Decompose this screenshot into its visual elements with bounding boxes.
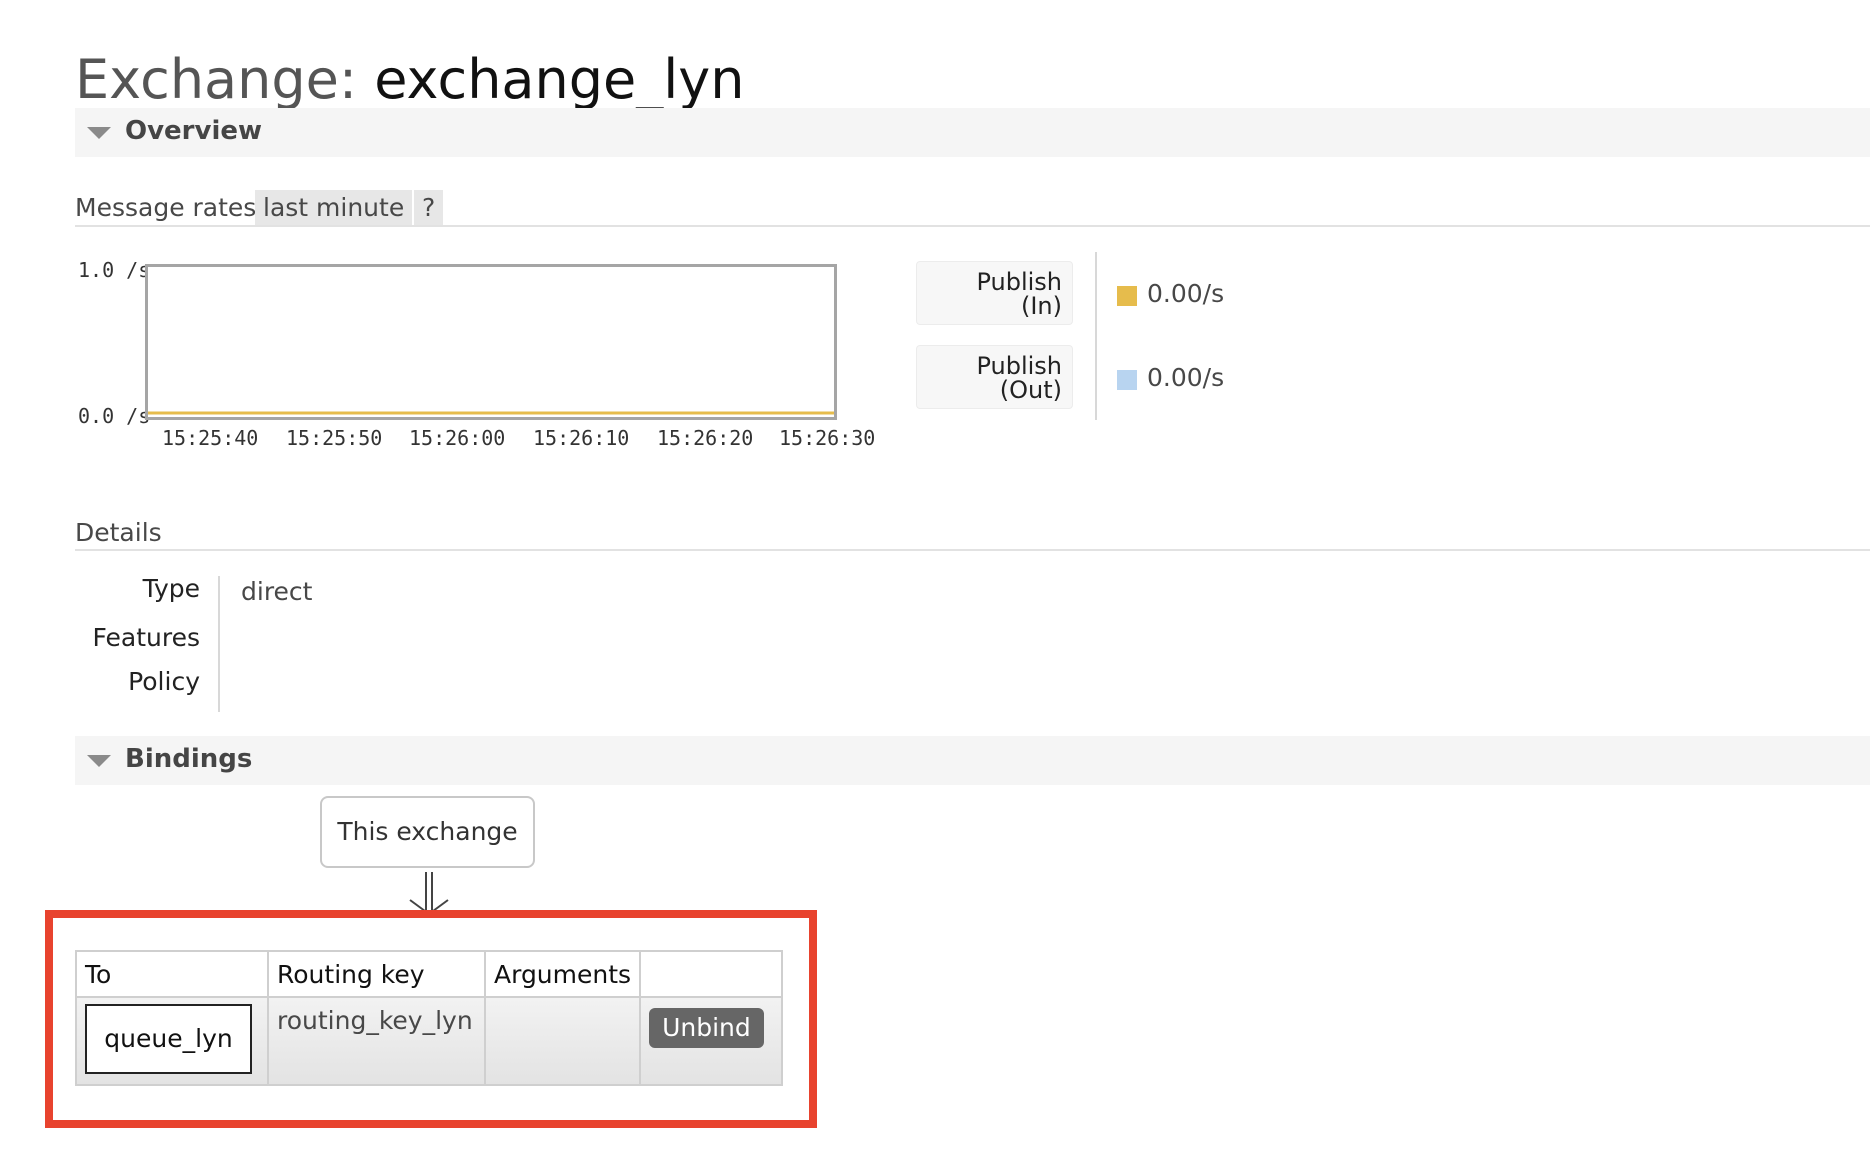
- publish-out-rate: 0.00/s: [1147, 363, 1225, 392]
- legend-label-line1: Publish: [976, 268, 1062, 296]
- y-tick-label-top: 1.0 /s: [78, 258, 151, 282]
- cell-to: queue_lyn: [75, 996, 269, 1086]
- page-title-prefix: Exchange:: [75, 48, 358, 111]
- legend-label-line2: (In): [1020, 292, 1062, 320]
- this-exchange-box: This exchange: [320, 796, 535, 868]
- column-header-actions: [639, 950, 784, 998]
- overview-section-label: Overview: [125, 116, 263, 146]
- chart-plot-area: [148, 411, 834, 415]
- x-tick-label: 15:26:20: [657, 426, 754, 450]
- legend-item-publish-out: Publish (Out): [916, 345, 1073, 409]
- collapse-triangle-icon: [87, 755, 111, 767]
- legend-divider: [1095, 252, 1097, 420]
- x-tick-label: 15:26:00: [409, 426, 506, 450]
- legend-label-line1: Publish: [976, 352, 1062, 380]
- y-tick-label-bottom: 0.0 /s: [78, 404, 151, 428]
- down-arrow-icon: [409, 872, 449, 915]
- collapse-triangle-icon: [87, 127, 111, 139]
- overview-section-header[interactable]: Overview: [75, 108, 1870, 157]
- exchange-name: exchange_lyn: [374, 48, 745, 111]
- x-tick-label: 15:25:40: [162, 426, 259, 450]
- unbind-button[interactable]: Unbind: [649, 1008, 764, 1048]
- details-label: Details: [75, 518, 162, 547]
- queue-link[interactable]: queue_lyn: [85, 1004, 252, 1074]
- detail-key-features: Features: [92, 623, 201, 652]
- detail-key-type: Type: [142, 574, 200, 603]
- publish-out-color-swatch: [1117, 370, 1137, 390]
- column-header-to: To: [75, 950, 269, 998]
- details-divider: [218, 576, 220, 712]
- cell-routing-key: routing_key_lyn: [267, 996, 486, 1086]
- message-rates-label: Message rates: [75, 193, 257, 222]
- publish-in-color-swatch: [1117, 286, 1137, 306]
- column-header-arguments: Arguments: [483, 950, 642, 998]
- table-row: queue_lyn routing_key_lyn Unbind: [75, 996, 784, 1086]
- publish-in-rate: 0.00/s: [1147, 279, 1225, 308]
- x-tick-label: 15:25:50: [286, 426, 383, 450]
- help-button[interactable]: ?: [414, 190, 444, 226]
- bindings-table: To Routing key Arguments queue_lyn routi…: [75, 950, 784, 1086]
- column-header-routing-key: Routing key: [267, 950, 486, 998]
- page-title: Exchange: exchange_lyn: [75, 48, 744, 112]
- rate-range-selector[interactable]: last minute: [255, 190, 413, 226]
- x-tick-label: 15:26:10: [533, 426, 630, 450]
- bindings-section-header[interactable]: Bindings: [75, 736, 1870, 785]
- detail-value-type: direct: [241, 577, 313, 606]
- legend-label-line2: (Out): [999, 376, 1062, 404]
- divider: [75, 549, 1870, 551]
- cell-arguments: [483, 996, 642, 1086]
- x-tick-label: 15:26:30: [779, 426, 876, 450]
- bindings-section-label: Bindings: [125, 744, 253, 774]
- cell-actions: Unbind: [639, 996, 784, 1086]
- message-rates-chart: [145, 264, 837, 420]
- detail-key-policy: Policy: [128, 667, 200, 696]
- divider: [75, 225, 1870, 227]
- legend-item-publish-in: Publish (In): [916, 261, 1073, 325]
